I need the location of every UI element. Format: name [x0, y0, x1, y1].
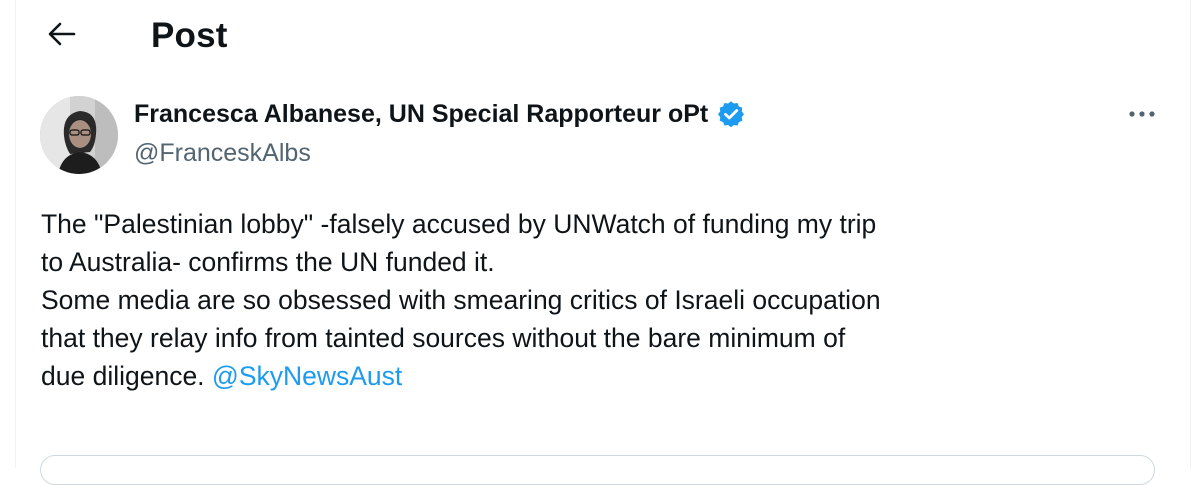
post-text: The "Palestinian lobby" -falsely accused… [41, 205, 1171, 395]
page-title: Post [151, 16, 228, 55]
post-text-line: due diligence. [41, 361, 205, 391]
post-text-line: to Australia- confirms the UN funded it. [41, 247, 495, 277]
author-display-name[interactable]: Francesca Albanese, UN Special Rapporteu… [134, 97, 708, 131]
verified-badge-icon[interactable] [716, 99, 746, 129]
post-text-last-line: due diligence. @SkyNewsAust [41, 357, 1171, 395]
more-horizontal-icon [1127, 105, 1157, 123]
post-text-line: Some media are so obsessed with smearing… [41, 285, 881, 315]
more-options-button[interactable] [1124, 100, 1160, 128]
avatar[interactable] [40, 96, 118, 174]
post-text-line: that they relay info from tainted source… [41, 323, 846, 353]
mention-link[interactable]: @SkyNewsAust [212, 361, 402, 391]
quoted-post-card[interactable] [40, 455, 1155, 485]
author-name-row[interactable]: Francesca Albanese, UN Special Rapporteu… [134, 97, 746, 131]
profile-photo [40, 96, 118, 174]
back-button[interactable] [40, 16, 84, 56]
author-handle[interactable]: @FranceskAlbs [134, 136, 311, 170]
post-header: Post [0, 0, 1200, 74]
post-text-line: The "Palestinian lobby" -falsely accused… [41, 209, 877, 239]
arrow-left-icon [47, 21, 77, 52]
